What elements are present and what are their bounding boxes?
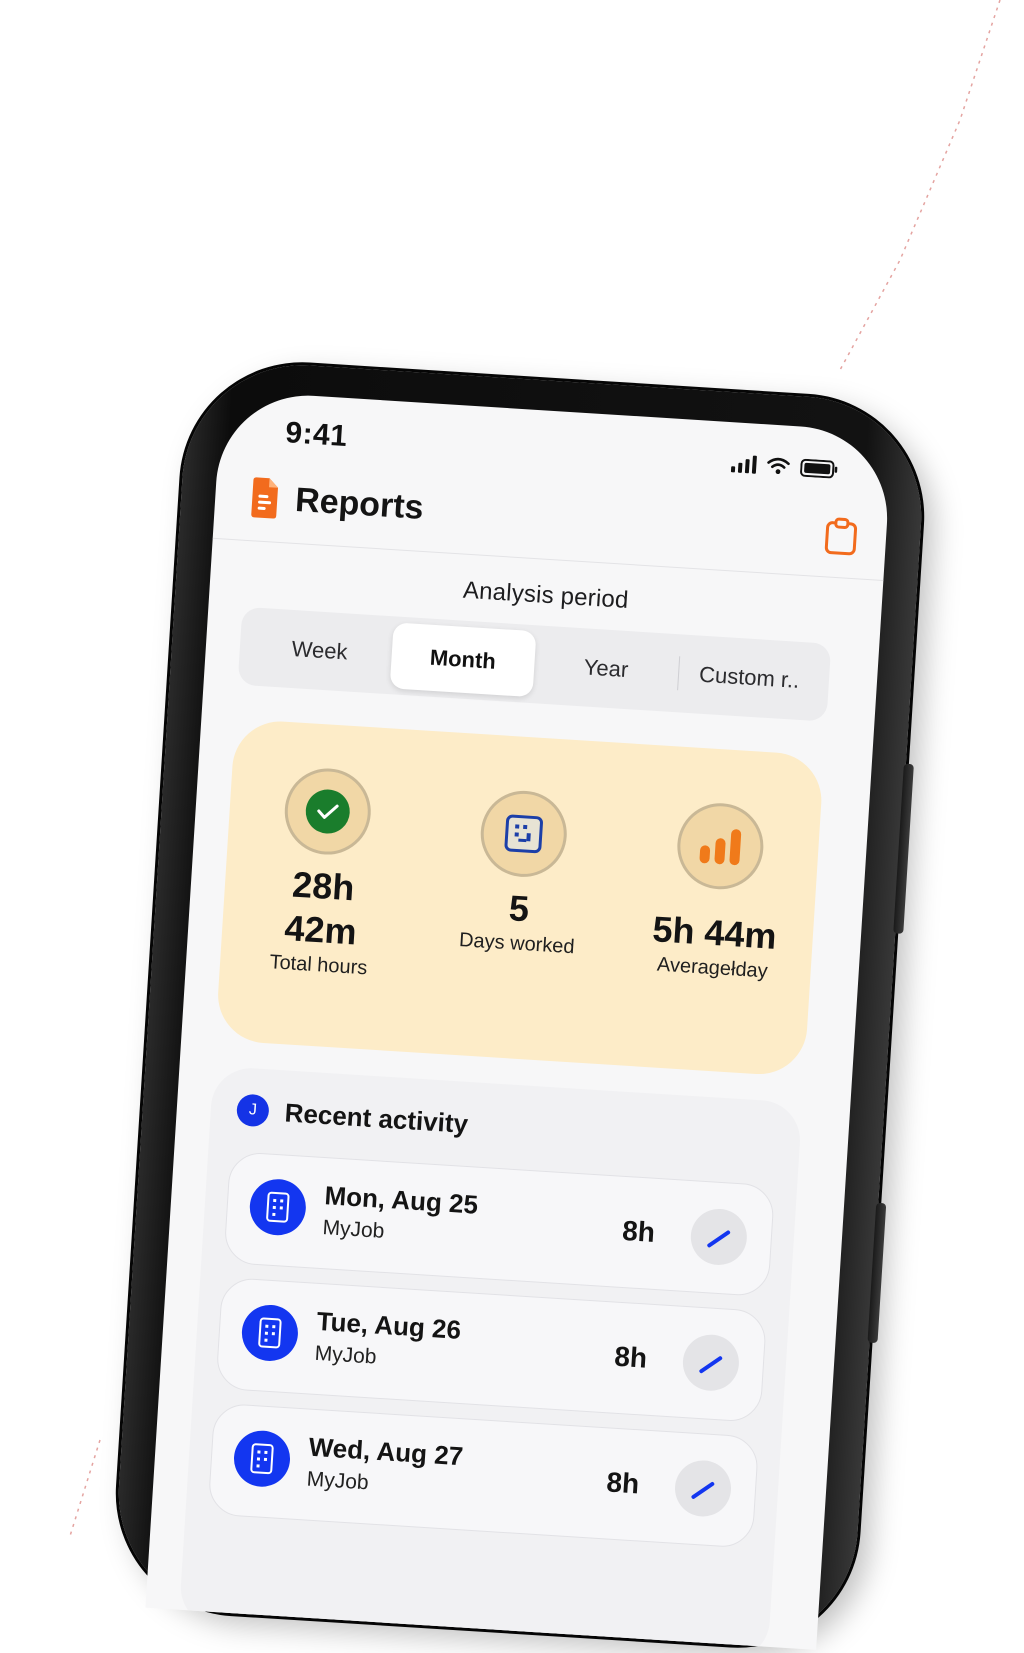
- edit-button[interactable]: [673, 1458, 733, 1519]
- pencil-icon: [691, 1482, 715, 1499]
- wifi-icon: [766, 456, 791, 475]
- building-icon: [248, 1177, 308, 1237]
- period-option-year[interactable]: Year: [532, 631, 679, 706]
- activity-job: MyJob: [321, 1216, 386, 1243]
- period-option-month[interactable]: Month: [389, 622, 537, 698]
- days-worked-value: 5: [507, 887, 531, 930]
- activity-date: Tue, Aug 26: [315, 1305, 462, 1345]
- battery-icon: [800, 458, 839, 479]
- status-icons: [730, 454, 839, 479]
- stat-icon-ring: [478, 788, 570, 880]
- checkmark-icon: [306, 789, 351, 834]
- clipboard-icon[interactable]: [823, 516, 859, 556]
- cellular-signal-icon: [730, 454, 757, 474]
- stat-icon-ring: [674, 800, 766, 892]
- calendar-icon: [504, 814, 543, 854]
- stat-days-worked: 5 Days worked: [425, 776, 612, 1064]
- bar-chart-icon: [699, 829, 741, 866]
- building-icon: [240, 1303, 300, 1363]
- summary-stats-card: 28h 42m Total hours 5 Days worked 5h 44m…: [215, 718, 825, 1077]
- stat-average-day: 5h 44m Averagełday: [621, 788, 808, 1076]
- recent-activity-header: J Recent activity: [232, 1093, 779, 1159]
- avatar: J: [235, 1093, 270, 1128]
- page-title: Reports: [294, 480, 425, 527]
- phone-device: 9:41 Reports Analysis period Week Month …: [111, 358, 929, 1652]
- edit-button[interactable]: [689, 1207, 749, 1267]
- recent-activity-title: Recent activity: [283, 1096, 469, 1139]
- activity-hours: 8h: [605, 1466, 641, 1500]
- edit-button[interactable]: [681, 1332, 741, 1393]
- activity-row[interactable]: Mon, Aug 25 MyJob 8h: [223, 1151, 776, 1298]
- activity-hours: 8h: [621, 1214, 656, 1248]
- activity-row[interactable]: Wed, Aug 27 MyJob 8h: [207, 1402, 760, 1549]
- stat-total-hours: 28h 42m Total hours: [229, 763, 416, 1051]
- recent-activity-section: J Recent activity Mon, Aug 25 MyJob 8h T…: [178, 1065, 803, 1650]
- total-hours-label: Total hours: [268, 951, 368, 980]
- pencil-icon: [699, 1356, 723, 1374]
- average-day-value: 5h 44m: [651, 908, 778, 957]
- period-segmented-control: Week Month Year Custom r..: [237, 606, 832, 722]
- activity-job: MyJob: [306, 1467, 370, 1495]
- period-option-custom[interactable]: Custom r..: [676, 640, 823, 715]
- pencil-icon: [707, 1230, 731, 1248]
- app-screen: 9:41 Reports Analysis period Week Month …: [145, 390, 893, 1650]
- period-option-week[interactable]: Week: [246, 613, 393, 688]
- activity-date: Mon, Aug 25: [323, 1180, 479, 1220]
- building-icon: [232, 1428, 292, 1489]
- status-time: 9:41: [284, 416, 349, 454]
- document-icon: [251, 477, 278, 519]
- stat-icon-ring: [282, 765, 374, 858]
- activity-job: MyJob: [314, 1341, 378, 1369]
- total-hours-value: 28h 42m: [283, 863, 358, 953]
- activity-date: Wed, Aug 27: [307, 1431, 465, 1472]
- activity-hours: 8h: [613, 1340, 649, 1374]
- activity-row[interactable]: Tue, Aug 26 MyJob 8h: [215, 1276, 768, 1423]
